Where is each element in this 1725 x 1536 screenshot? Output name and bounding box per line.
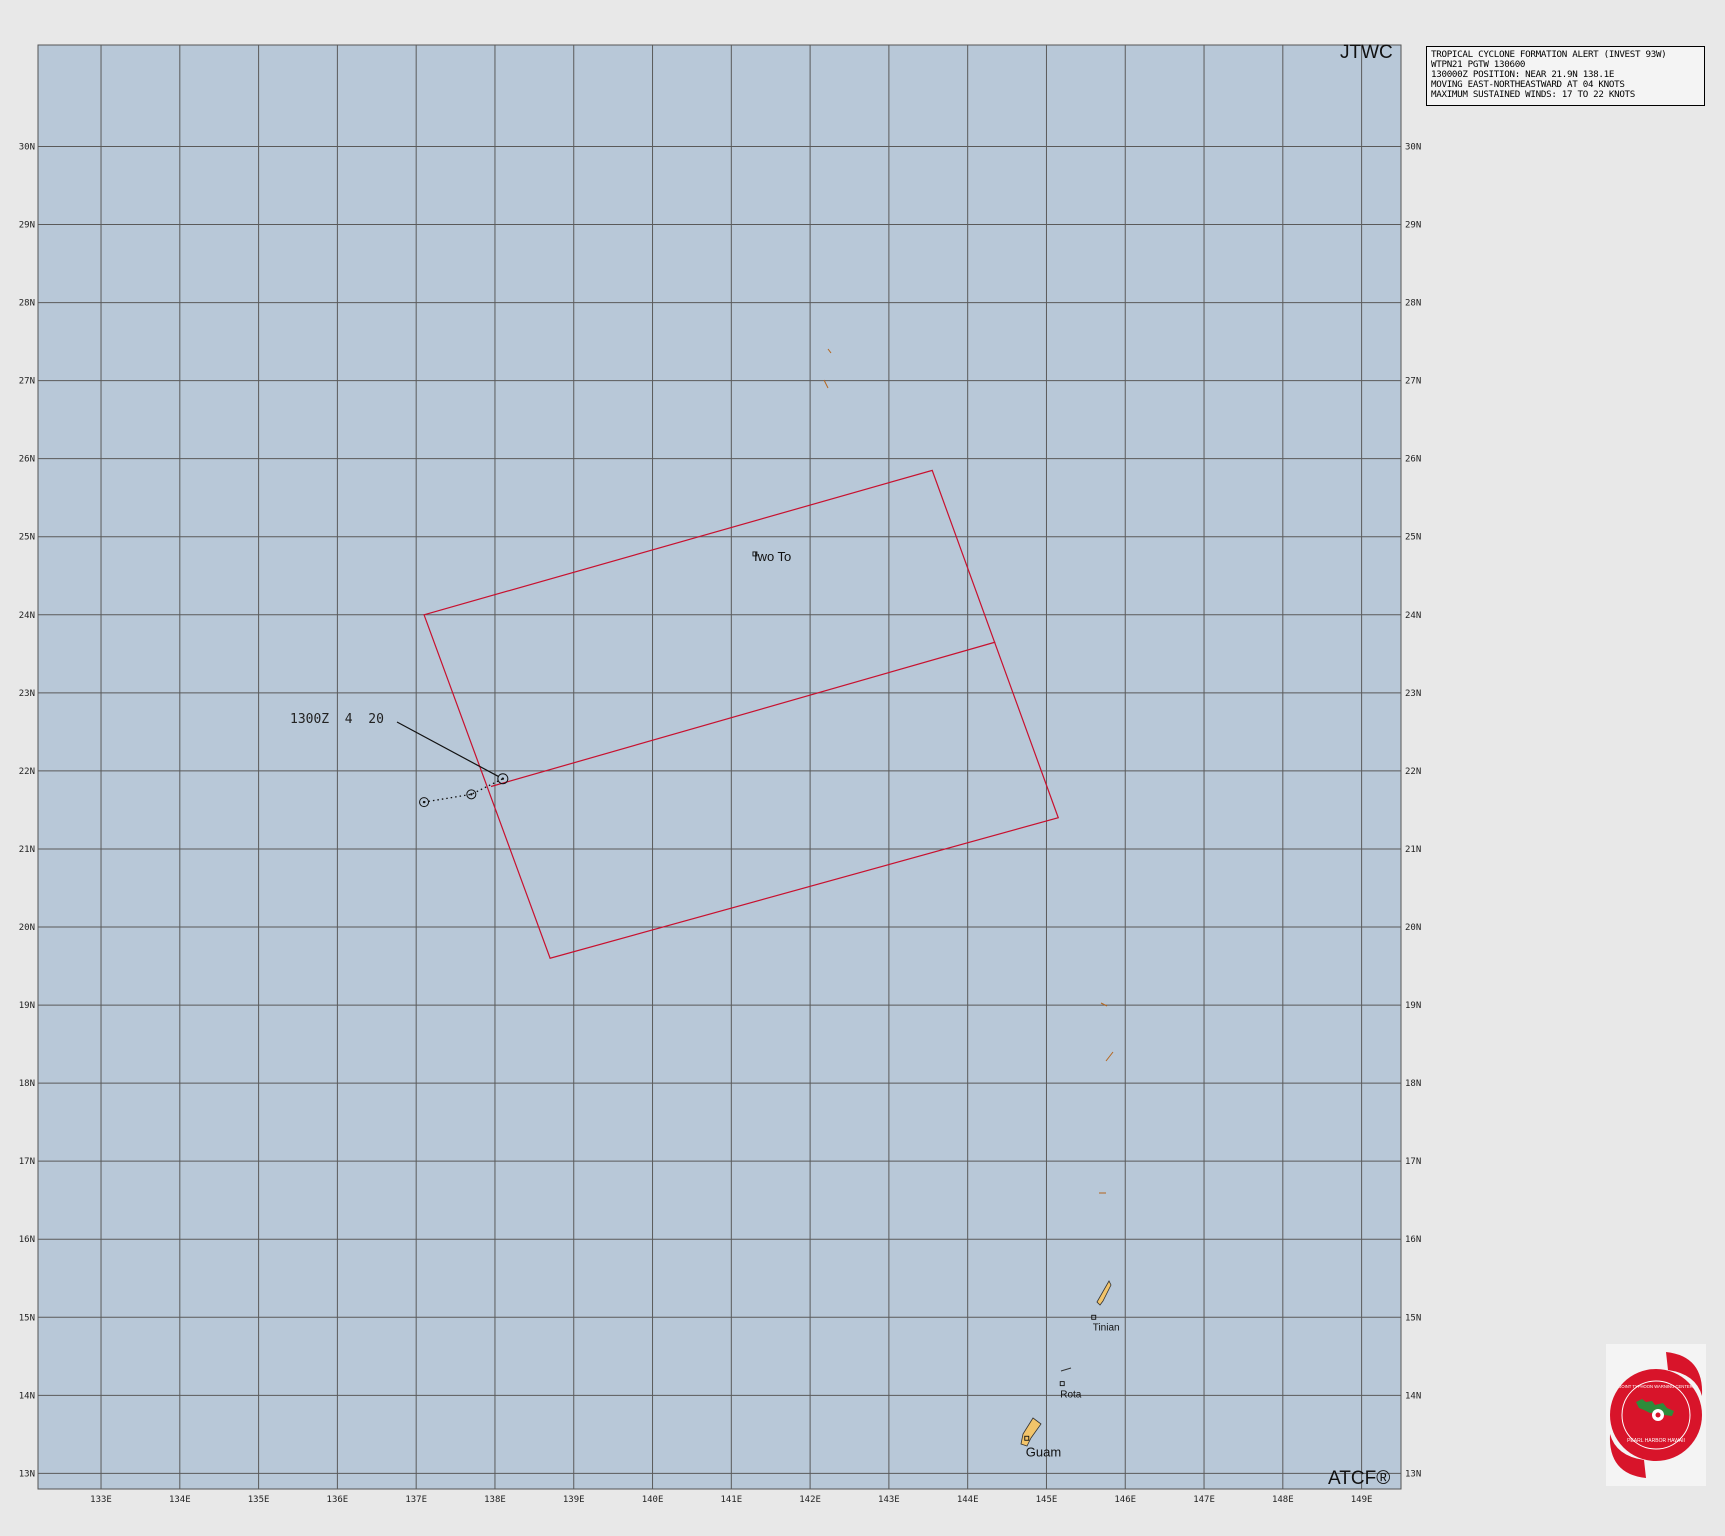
logo-text-top: JOINT TYPHOON WARNING CENTER [1619, 1384, 1692, 1389]
ocean-area [37, 44, 1402, 1490]
lat-tick-label-left: 14N [19, 1391, 35, 1401]
alert-line: MAXIMUM SUSTAINED WINDS: 17 TO 22 KNOTS [1431, 89, 1636, 101]
track-point-dot [422, 800, 426, 804]
lat-tick-label-left: 23N [19, 689, 35, 699]
lat-tick-label-left: 19N [19, 1001, 35, 1011]
track-point-dot [501, 777, 505, 780]
lat-tick-label-right: 29N [1405, 221, 1421, 231]
lon-tick-label: 136E [327, 1495, 349, 1505]
lat-tick-label-right: 23N [1405, 689, 1421, 699]
lat-tick-label-left: 13N [19, 1469, 35, 1479]
lat-tick-label-right: 22N [1405, 767, 1421, 777]
lat-tick-label-left: 16N [19, 1235, 35, 1245]
lat-tick-label-left: 20N [19, 923, 35, 933]
alert-info-box: TROPICAL CYCLONE FORMATION ALERT (INVEST… [1426, 46, 1705, 106]
lat-tick-label-right: 15N [1405, 1313, 1421, 1323]
lat-tick-label-right: 27N [1405, 377, 1421, 387]
lat-tick-label-left: 18N [19, 1079, 35, 1089]
lat-tick-label-left: 24N [19, 611, 35, 621]
lat-tick-label-left: 30N [19, 142, 35, 152]
lon-tick-label: 145E [1036, 1495, 1058, 1505]
lat-tick-label-right: 18N [1405, 1079, 1421, 1089]
lat-tick-label-right: 25N [1405, 533, 1421, 543]
lon-tick-label: 146E [1114, 1495, 1136, 1505]
lon-tick-label: 143E [878, 1495, 900, 1505]
lon-tick-label: 141E [720, 1495, 742, 1505]
lon-tick-label: 140E [642, 1495, 664, 1505]
lon-tick-label: 135E [248, 1495, 270, 1505]
lat-tick-label-left: 22N [19, 767, 35, 777]
lat-tick-label-left: 29N [19, 221, 35, 231]
lon-tick-label: 133E [90, 1495, 112, 1505]
lon-tick-label: 147E [1193, 1495, 1215, 1505]
lat-tick-label-left: 28N [19, 299, 35, 309]
lat-tick-label-left: 27N [19, 377, 35, 387]
map-frame: 133E 134E 135E 136E 137E 138E 139E 140E 141E 142E… [19, 44, 1421, 1505]
lat-tick-label-right: 14N [1405, 1391, 1421, 1401]
lon-tick-label: 142E [799, 1495, 821, 1505]
lat-tick-label-right: 28N [1405, 299, 1421, 309]
lat-tick-label-right: 30N [1405, 142, 1421, 152]
lon-tick-label: 148E [1272, 1495, 1294, 1505]
place-label: Guam [1026, 1444, 1061, 1459]
lon-tick-label: 134E [169, 1495, 191, 1505]
lat-tick-label-left: 25N [19, 533, 35, 543]
lat-tick-label-left: 15N [19, 1313, 35, 1323]
lat-tick-label-right: 13N [1405, 1469, 1421, 1479]
track-point-dot [470, 793, 473, 796]
lat-tick-label-left: 17N [19, 1157, 35, 1167]
place-label: Tinian [1093, 1322, 1120, 1333]
place-label: Iwo To [754, 549, 791, 564]
atcf-label: ATCF® [1328, 1468, 1391, 1489]
lat-tick-label-right: 20N [1405, 923, 1421, 933]
lat-tick-label-right: 21N [1405, 845, 1421, 855]
storm-label: 1300Z 4 20 [290, 712, 384, 727]
lat-tick-label-right: 17N [1405, 1157, 1421, 1167]
lon-tick-label: 137E [405, 1495, 427, 1505]
place-label: Rota [1060, 1390, 1082, 1401]
agency-label: JTWC [1340, 42, 1393, 63]
lon-tick-label: 144E [957, 1495, 979, 1505]
lon-tick-label: 138E [484, 1495, 506, 1505]
jtwc-logo: PEARL HARBOR HAWAII JOINT TYPHOON WARNIN… [1606, 1344, 1706, 1486]
lat-tick-label-right: 19N [1405, 1001, 1421, 1011]
lat-tick-label-right: 16N [1405, 1235, 1421, 1245]
lat-tick-label-left: 21N [19, 845, 35, 855]
lat-tick-label-left: 26N [19, 455, 35, 465]
logo-text-bottom: PEARL HARBOR HAWAII [1627, 1438, 1685, 1444]
lat-tick-label-right: 26N [1405, 455, 1421, 465]
lon-tick-label: 149E [1351, 1495, 1373, 1505]
lat-tick-label-right: 24N [1405, 611, 1421, 621]
lon-tick-label: 139E [563, 1495, 585, 1505]
